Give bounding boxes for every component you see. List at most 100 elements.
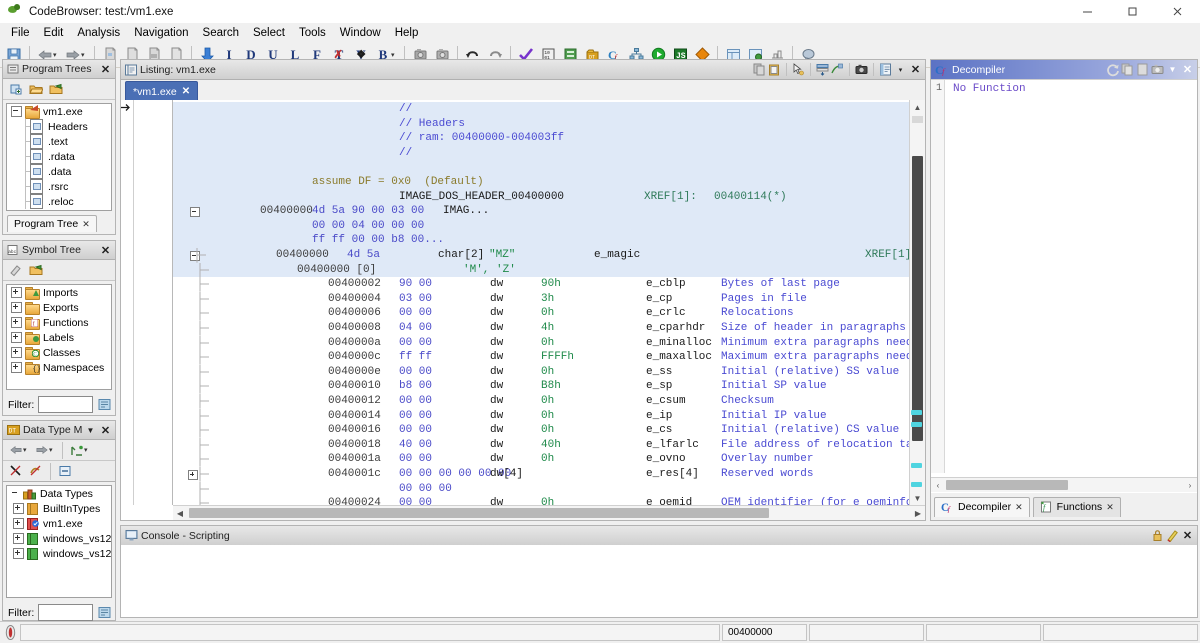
back-arrow-icon[interactable] bbox=[6, 441, 26, 459]
listing-line[interactable]: 0040000a00 00dw0he_minallocMinimum extra… bbox=[173, 336, 910, 351]
dtm-item-vm1exe[interactable]: vm1.exe bbox=[7, 516, 111, 531]
listing-line[interactable]: 0040000804 00dw4he_cparhdrSize of header… bbox=[173, 321, 910, 336]
decompiler-horizontal-scrollbar[interactable]: ‹ › bbox=[931, 477, 1197, 492]
listing-line[interactable]: 0040002400 00dw0he_oemidOEM identifier (… bbox=[173, 496, 910, 505]
dtm-item-builtintypes[interactable]: BuiltInTypes bbox=[7, 501, 111, 516]
tree-item-rdata[interactable]: .rdata bbox=[7, 149, 111, 164]
expand-toggle-icon[interactable] bbox=[13, 533, 24, 544]
navigation-marker[interactable] bbox=[911, 463, 922, 468]
listing-line[interactable]: 00400010b8 00dwB8he_spInitial SP value bbox=[173, 379, 910, 394]
listing-line[interactable]: 0040001c00 00 00 00 00 00dw[4]e_res[4]Re… bbox=[173, 467, 910, 482]
sidebar-item-namespaces[interactable]: {} Namespaces bbox=[7, 360, 111, 375]
snapshot-icon[interactable] bbox=[1150, 62, 1165, 77]
collapse-icon[interactable] bbox=[55, 462, 75, 480]
listing-line[interactable]: 0040001a00 00dw0he_ovnoOverlay number bbox=[173, 452, 910, 467]
menu-select[interactable]: Select bbox=[246, 25, 292, 41]
listing-line[interactable]: 0040000e00 00dw0he_ssInitial (relative) … bbox=[173, 365, 910, 380]
dtm-filter-input[interactable] bbox=[38, 604, 93, 621]
tab-close-icon[interactable]: ✕ bbox=[182, 86, 190, 97]
dtm-item-windows-vs12-32[interactable]: windows_vs12_32 bbox=[7, 531, 111, 546]
listing-line[interactable] bbox=[173, 160, 910, 175]
menu-edit[interactable]: Edit bbox=[37, 25, 71, 41]
filter-arrays-icon[interactable] bbox=[26, 462, 46, 480]
expand-toggle-icon[interactable] bbox=[11, 317, 22, 328]
listing-line[interactable]: 00 00 00 bbox=[173, 482, 910, 497]
copy-icon[interactable] bbox=[1120, 62, 1135, 77]
open-folder-icon[interactable] bbox=[26, 80, 46, 98]
forward-arrow-icon[interactable] bbox=[32, 441, 52, 459]
rename-icon[interactable] bbox=[6, 261, 26, 279]
tab-vm1exe[interactable]: *vm1.exe ✕ bbox=[125, 81, 198, 101]
decompiler-hscroll-thumb[interactable] bbox=[946, 480, 1068, 490]
console-close-button[interactable]: ✕ bbox=[1180, 528, 1195, 543]
expand-toggle-icon[interactable] bbox=[11, 362, 22, 373]
listing-line[interactable]: IMAGE_DOS_HEADER_00400000XREF[1]:0040011… bbox=[173, 190, 910, 205]
collapse-toggle-icon[interactable] bbox=[190, 207, 200, 217]
tree-item-rsrc[interactable]: .rsrc bbox=[7, 179, 111, 194]
listing-line[interactable]: 0040000cff ffdwFFFFhe_maxallocMaximum ex… bbox=[173, 350, 910, 365]
tab-close-icon[interactable]: ✕ bbox=[1015, 502, 1023, 513]
program-icon[interactable] bbox=[46, 80, 66, 98]
new-tree-icon[interactable] bbox=[6, 80, 26, 98]
program-tree-view[interactable]: vm1.exe Headers .text .rdata .data .rsrc bbox=[6, 103, 112, 211]
listing-line[interactable]: 0040001600 00dw0he_csInitial (relative) … bbox=[173, 423, 910, 438]
expand-toggle-icon[interactable] bbox=[188, 470, 198, 480]
expand-toggle-icon[interactable] bbox=[11, 287, 22, 298]
listing-line[interactable]: ff ff 00 00 b8 00... bbox=[173, 233, 910, 248]
listing-line[interactable]: // ram: 00400000-004003ff bbox=[173, 131, 910, 146]
decompiler-close-button[interactable]: ✕ bbox=[1180, 62, 1195, 77]
export-icon[interactable] bbox=[1135, 62, 1150, 77]
expand-toggle-icon[interactable] bbox=[13, 503, 24, 514]
filter-options-icon[interactable] bbox=[97, 397, 112, 412]
listing-horizontal-scrollbar[interactable]: ◀ ▶ bbox=[173, 505, 925, 520]
navigation-marker[interactable] bbox=[911, 482, 922, 487]
menu-tools[interactable]: Tools bbox=[292, 25, 333, 41]
tree-item-reloc[interactable]: .reloc bbox=[7, 194, 111, 209]
paste-icon[interactable] bbox=[767, 62, 782, 77]
cursor-highlight-icon[interactable] bbox=[791, 62, 806, 77]
tree-item-headers[interactable]: Headers bbox=[7, 119, 111, 134]
filter-pointers-icon[interactable] bbox=[6, 462, 26, 480]
clear-icon[interactable] bbox=[1165, 528, 1180, 543]
dtm-item-windows-vs12-64[interactable]: windows_vs12_64 bbox=[7, 546, 111, 561]
listing-line[interactable]: 00 00 04 00 00 00 bbox=[173, 219, 910, 234]
listing-line[interactable]: 0040000403 00dw3he_cpPages in file bbox=[173, 292, 910, 307]
expand-toggle-icon[interactable] bbox=[11, 332, 22, 343]
tree-root-vm1[interactable]: vm1.exe bbox=[7, 104, 111, 119]
decompiler-code-area[interactable]: 1 No Function bbox=[931, 79, 1197, 473]
tab-close-icon[interactable]: ✕ bbox=[1106, 502, 1114, 513]
listing-scroll-thumb[interactable] bbox=[912, 156, 923, 441]
navigation-marker[interactable] bbox=[911, 410, 922, 415]
dtm-root-data-types[interactable]: Data Types bbox=[7, 486, 111, 501]
listing-line[interactable]: 0040001400 00dw0he_ipInitial IP value bbox=[173, 409, 910, 424]
sidebar-item-imports[interactable]: Imports bbox=[7, 285, 111, 300]
console-output[interactable] bbox=[121, 545, 1197, 617]
tab-functions[interactable]: f Functions ✕ bbox=[1033, 497, 1121, 517]
sidebar-item-exports[interactable]: Exports bbox=[7, 300, 111, 315]
toggle-flow-icon[interactable] bbox=[830, 62, 845, 77]
data-type-manager-close-button[interactable]: ✕ bbox=[98, 423, 113, 438]
listing-line[interactable]: // bbox=[173, 146, 910, 161]
browser-caret[interactable]: ▾ bbox=[893, 62, 908, 77]
tab-program-tree[interactable]: Program Tree ✕ bbox=[7, 215, 97, 232]
lock-icon[interactable] bbox=[1150, 528, 1165, 543]
program-icon[interactable] bbox=[26, 261, 46, 279]
navigation-marker[interactable] bbox=[911, 422, 922, 427]
program-trees-close-button[interactable]: ✕ bbox=[98, 62, 113, 77]
scroll-right-arrow-icon[interactable]: › bbox=[1183, 481, 1197, 490]
listing-vertical-scrollbar[interactable]: ▲ ▼ bbox=[909, 100, 925, 505]
tab-close-icon[interactable]: ✕ bbox=[82, 219, 90, 230]
data-types-tree-view[interactable]: Data Types BuiltInTypes vm1.exe bbox=[6, 485, 112, 598]
tree-item-data[interactable]: .data bbox=[7, 164, 111, 179]
snapshot-icon[interactable] bbox=[854, 62, 869, 77]
decompiler-menu-caret[interactable]: ▼ bbox=[1165, 62, 1180, 77]
listing-line[interactable]: // bbox=[173, 102, 910, 117]
filter-options-icon[interactable] bbox=[97, 605, 112, 620]
menu-analysis[interactable]: Analysis bbox=[70, 25, 127, 41]
menu-search[interactable]: Search bbox=[196, 25, 246, 41]
listing-line[interactable]: 0040001200 00dw0he_csumChecksum bbox=[173, 394, 910, 409]
sidebar-item-labels[interactable]: Labels bbox=[7, 330, 111, 345]
minimize-button[interactable] bbox=[1065, 0, 1110, 23]
maximize-button[interactable] bbox=[1110, 0, 1155, 23]
listing-line[interactable]: 004000004d 5achar[2]"MZ"e_magicXREF[1]:0… bbox=[173, 248, 910, 263]
